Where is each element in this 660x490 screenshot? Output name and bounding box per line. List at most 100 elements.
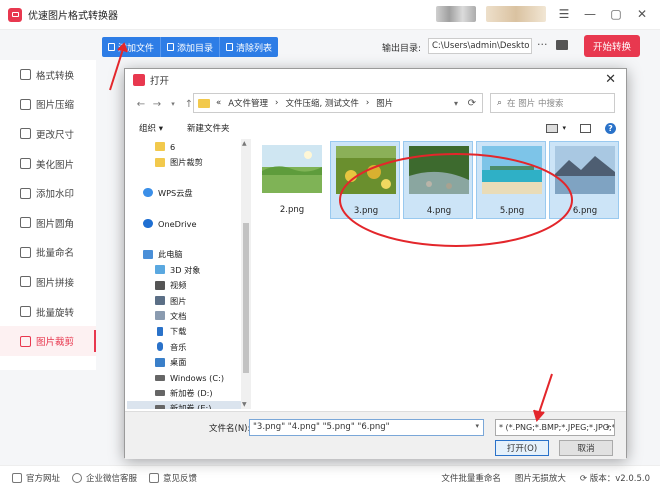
forward-icon[interactable]: → [151,99,163,110]
tree-item[interactable]: Windows (C:) [127,370,241,385]
sidebar-item-label: 更改尺寸 [36,129,75,141]
tree-item[interactable]: 下载 [127,324,241,339]
cancel-button[interactable]: 取消 [559,440,613,456]
open-folder-icon[interactable] [556,40,568,50]
view-options-icon[interactable] [546,123,559,133]
sidebar-item-batch-rename[interactable]: 批量命名 [0,238,96,268]
filetype-value: * (*.PNG;*.BMP;*.JPEG;*.JPG;* [499,423,615,432]
stitch-icon [20,276,31,288]
rotate-icon [20,306,31,318]
add-file-button[interactable]: 添加文件 [102,37,162,57]
clear-list-button[interactable]: 清除列表 [220,37,278,57]
tree-scrollbar[interactable]: ▲ ▼ [241,139,251,409]
browse-more-button[interactable]: ··· [537,38,548,51]
filename-input[interactable]: "3.png" "4.png" "5.png" "6.png" ▾ [249,419,484,436]
address-bar[interactable]: « A文件管理 › 文件压缩, 测试文件 › 图片 ▾ ⟳ [193,93,483,113]
address-row: ← → ▾ ↑ « A文件管理 › 文件压缩, 测试文件 › 图片 ▾ ⟳ ⌕ … [125,93,626,115]
start-convert-button[interactable]: 开始转换 [584,35,640,57]
file-item[interactable]: 3.png [330,141,400,219]
file-item[interactable]: 5.png [476,141,546,219]
file-item[interactable]: 4.png [403,141,473,219]
sidebar-item-stitch[interactable]: 图片拼接 [0,267,96,297]
organize-button[interactable]: 组织 ▾ [139,122,163,134]
dialog-title: 打开 [150,76,170,87]
tree-item-label: 6 [170,141,176,152]
back-icon[interactable]: ← [135,99,147,110]
sidebar-item-format-convert[interactable]: 格式转换 [0,60,96,90]
tree-item[interactable]: 新加卷 (E:) [127,400,241,409]
breadcrumb-more[interactable]: « [216,98,221,108]
refresh-icon[interactable]: ⟳ [468,98,476,109]
sidebar-item-beautify[interactable]: 美化图片 [0,149,96,179]
app-title: 优速图片格式转换器 [28,11,118,22]
sidebar-item-crop[interactable]: 图片裁剪 [0,326,96,356]
file-item[interactable]: 2.png [257,141,327,219]
filetype-select[interactable]: * (*.PNG;*.BMP;*.JPEG;*.JPG;* ▾ [495,419,615,436]
breadcrumb-item[interactable]: 文件压缩, 测试文件 [285,97,358,109]
tree-item[interactable]: 3D 对象 [127,262,241,277]
menu-icon[interactable]: ☰ [556,6,572,22]
blurred-user-info [486,6,546,22]
minimize-icon[interactable]: — [582,6,598,22]
scroll-up-icon[interactable]: ▲ [242,140,247,147]
refresh-icon: ⟳ [579,474,590,484]
feedback-label: 意见反馈 [163,474,198,484]
sidebar-item-compress[interactable]: 图片压缩 [0,90,96,120]
tree-item[interactable]: 音乐 [127,339,241,354]
filename-value: "3.png" "4.png" "5.png" "6.png" [253,422,390,432]
wechat-service-link[interactable]: 企业微信客服 [72,472,137,484]
file-item[interactable]: 6.png [549,141,619,219]
file-name: 2.png [279,205,305,215]
sidebar-item-watermark[interactable]: 添加水印 [0,178,96,208]
tree-item[interactable]: 新加卷 (D:) [127,385,241,400]
tree-item[interactable]: 图片裁剪 [127,154,241,169]
close-icon[interactable]: ✕ [634,6,650,22]
feedback-link[interactable]: 意见反馈 [149,472,197,484]
new-folder-button[interactable]: 新建文件夹 [187,122,230,134]
sidebar-item-resize[interactable]: 更改尺寸 [0,119,96,149]
sidebar-item-round-corner[interactable]: 图片圆角 [0,208,96,238]
scroll-down-icon[interactable]: ▼ [242,401,247,408]
drive-icon [155,374,165,381]
sidebar-item-label: 图片裁剪 [36,337,75,349]
add-directory-button[interactable]: 添加目录 [161,37,221,57]
search-input[interactable]: ⌕ 在 图片 中搜索 [490,93,615,113]
lossless-enlarge-link[interactable]: 图片无损放大 [515,472,566,484]
sidebar-item-label: 添加水印 [36,189,75,201]
output-dir-field[interactable]: C:\Users\admin\Deskto [428,38,532,54]
help-icon[interactable]: ? [605,122,616,134]
sidebar-item-label: 批量命名 [36,248,75,260]
tree-item[interactable]: 文档 [127,308,241,323]
sidebar-item-batch-rotate[interactable]: 批量旋转 [0,297,96,327]
dialog-close-icon[interactable]: ✕ [605,72,616,87]
chevron-down-icon[interactable]: ▾ [454,99,458,108]
tree-item[interactable]: 此电脑 [127,247,241,262]
breadcrumb-item[interactable]: A文件管理 [228,97,268,109]
tree-item[interactable]: 视频 [127,278,241,293]
chevron-down-icon[interactable]: ▾ [562,124,566,132]
dialog-bottom-bar: 文件名(N): "3.png" "4.png" "5.png" "6.png" … [125,411,626,459]
batch-rename-link[interactable]: 文件批量重命名 [441,472,501,484]
tree-item[interactable]: 图片 [127,293,241,308]
open-button[interactable]: 打开(O) [495,440,549,456]
recent-chevron-icon[interactable]: ▾ [167,100,179,108]
tree-item[interactable]: WPS云盘 [127,185,241,200]
maximize-icon[interactable]: ▢ [608,6,624,22]
tree-item-label: 音乐 [170,341,187,352]
website-link[interactable]: 官方网址 [12,472,60,484]
chevron-down-icon[interactable]: ▾ [475,422,479,430]
document-icon [155,311,165,321]
tree-item-label: 此电脑 [158,249,183,260]
preview-pane-icon[interactable] [580,123,591,133]
resize-icon [20,128,31,140]
drive-icon [155,389,165,396]
tree-item[interactable]: OneDrive [127,216,241,231]
tree-item[interactable]: 6 [127,139,241,154]
tree-item[interactable]: 桌面 [127,354,241,369]
scrollbar-thumb[interactable] [243,223,249,373]
trash-icon [226,43,234,51]
breadcrumb-item[interactable]: 图片 [376,97,393,109]
chevron-down-icon[interactable]: ▾ [606,423,610,431]
